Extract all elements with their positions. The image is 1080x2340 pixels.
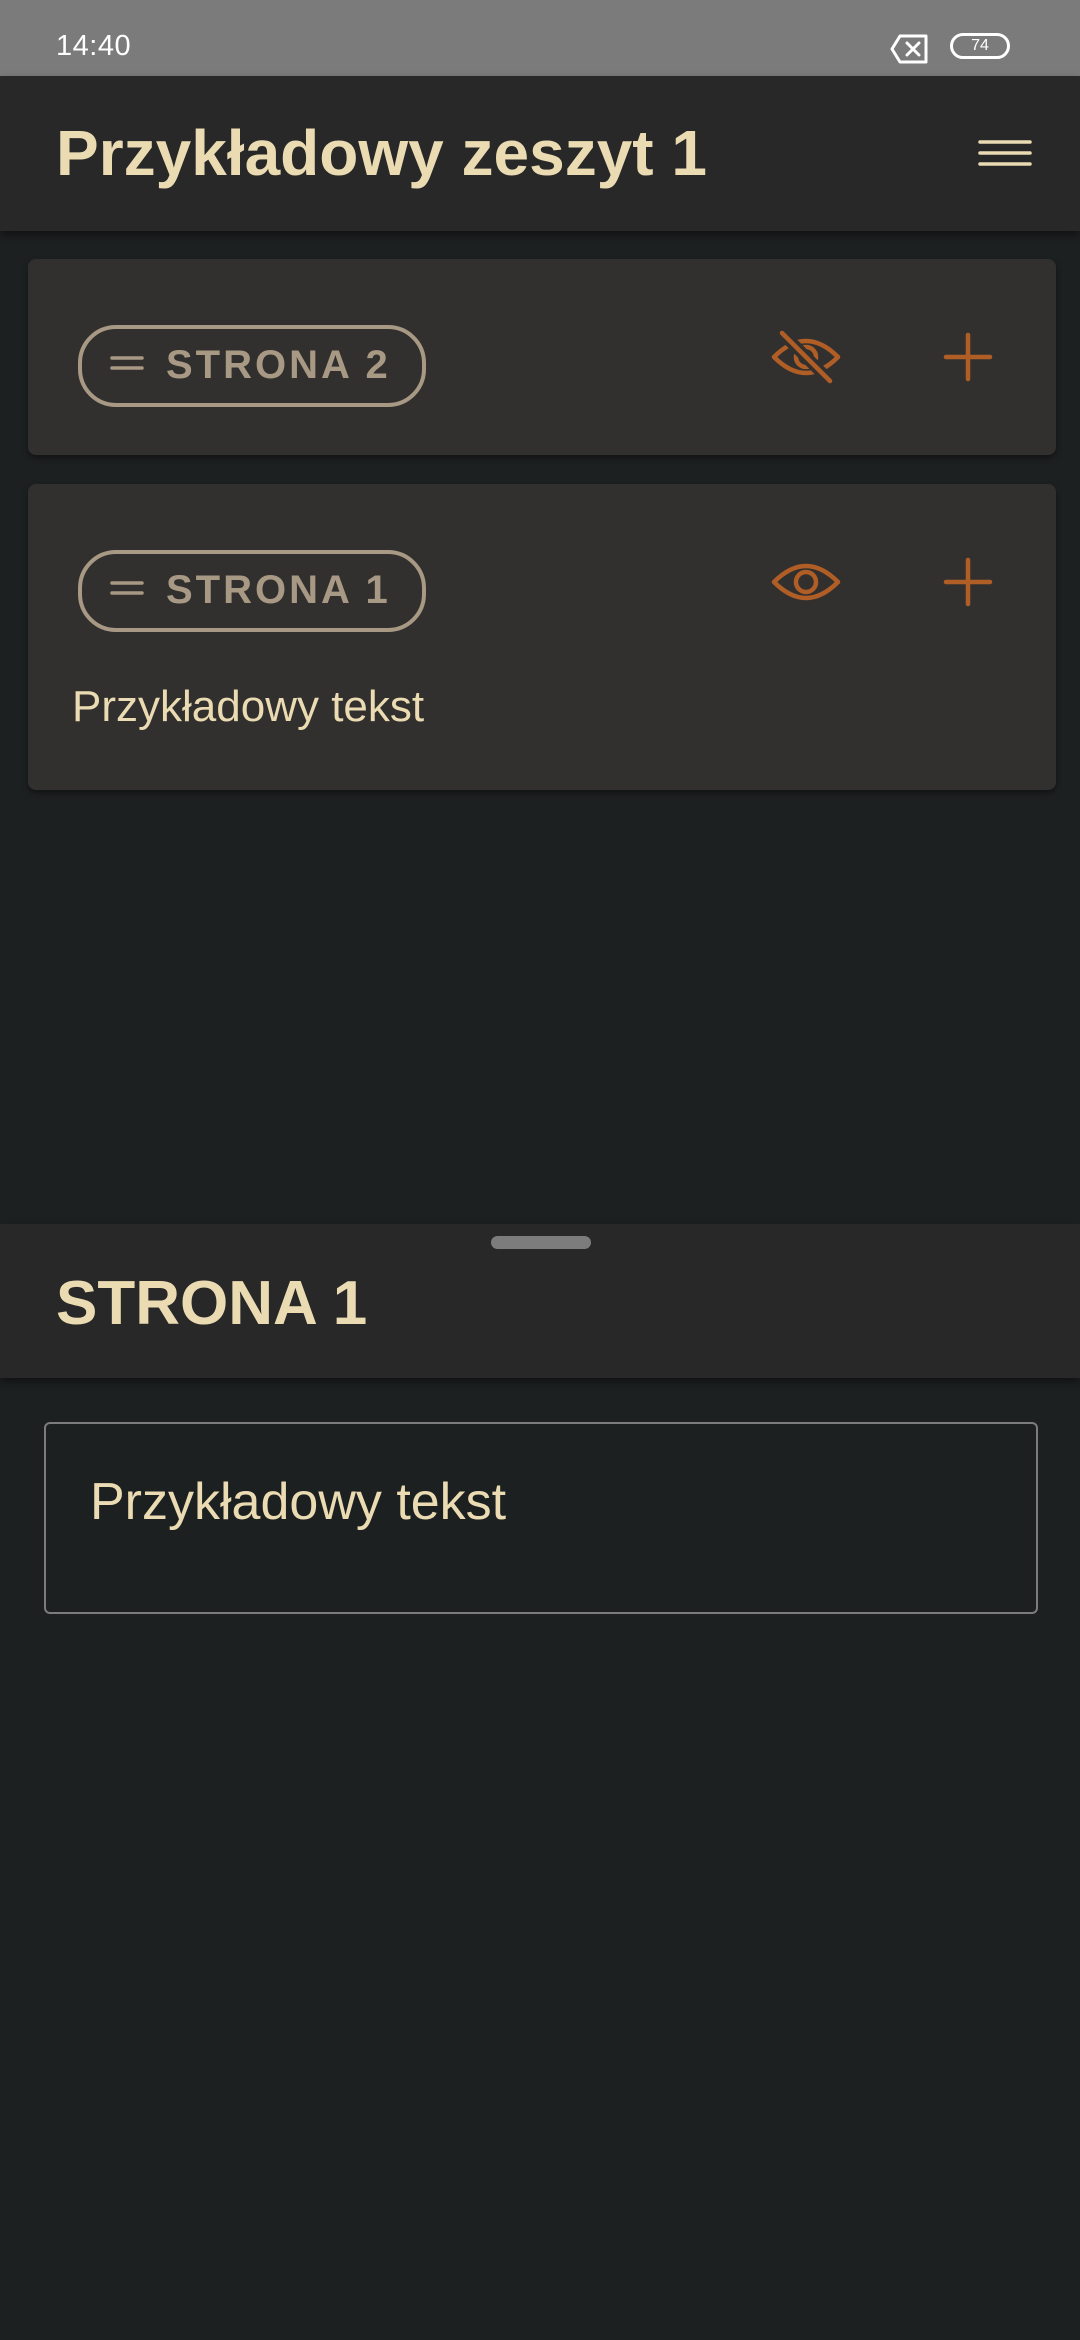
page-label: STRONA 2 (166, 343, 391, 387)
sheet-title: STRONA 1 (56, 1269, 368, 1338)
notebook-title: Przykładowy zeszyt 1 (56, 117, 707, 189)
drag-handle-icon[interactable] (110, 354, 144, 372)
battery-level: 74 (971, 37, 989, 54)
app-bar: Przykładowy zeszyt 1 (0, 76, 1080, 231)
add-icon[interactable] (938, 552, 998, 612)
page-preview-text: Przykładowy tekst (72, 682, 425, 731)
page-chip[interactable]: STRONA 2 (78, 325, 426, 407)
battery-icon: 74 (950, 33, 1010, 59)
page-text-value[interactable]: Przykładowy tekst (90, 1472, 506, 1532)
page-card-strona-1[interactable]: STRONA 1 Przykładowy tekst (28, 484, 1056, 790)
page-card-strona-2[interactable]: STRONA 2 (28, 259, 1056, 455)
sheet-drag-handle[interactable] (491, 1236, 591, 1249)
page-chip[interactable]: STRONA 1 (78, 550, 426, 632)
eye-off-icon[interactable] (766, 327, 846, 387)
page-label: STRONA 1 (166, 568, 391, 612)
eye-icon[interactable] (766, 552, 846, 612)
notification-x-icon (890, 34, 928, 64)
page-text-editor[interactable]: Przykładowy tekst (44, 1422, 1038, 1614)
hamburger-menu-icon[interactable] (970, 128, 1040, 178)
drag-handle-icon[interactable] (110, 579, 144, 597)
status-bar: 14:40 74 (0, 0, 1080, 76)
bottom-sheet-header[interactable]: STRONA 1 (0, 1224, 1080, 1378)
status-time: 14:40 (56, 30, 132, 62)
add-icon[interactable] (938, 327, 998, 387)
